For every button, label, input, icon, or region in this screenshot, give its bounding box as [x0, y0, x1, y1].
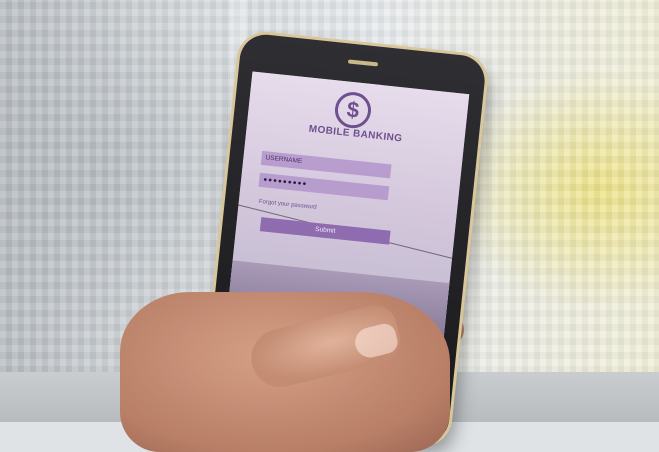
phone-speaker — [347, 59, 379, 67]
